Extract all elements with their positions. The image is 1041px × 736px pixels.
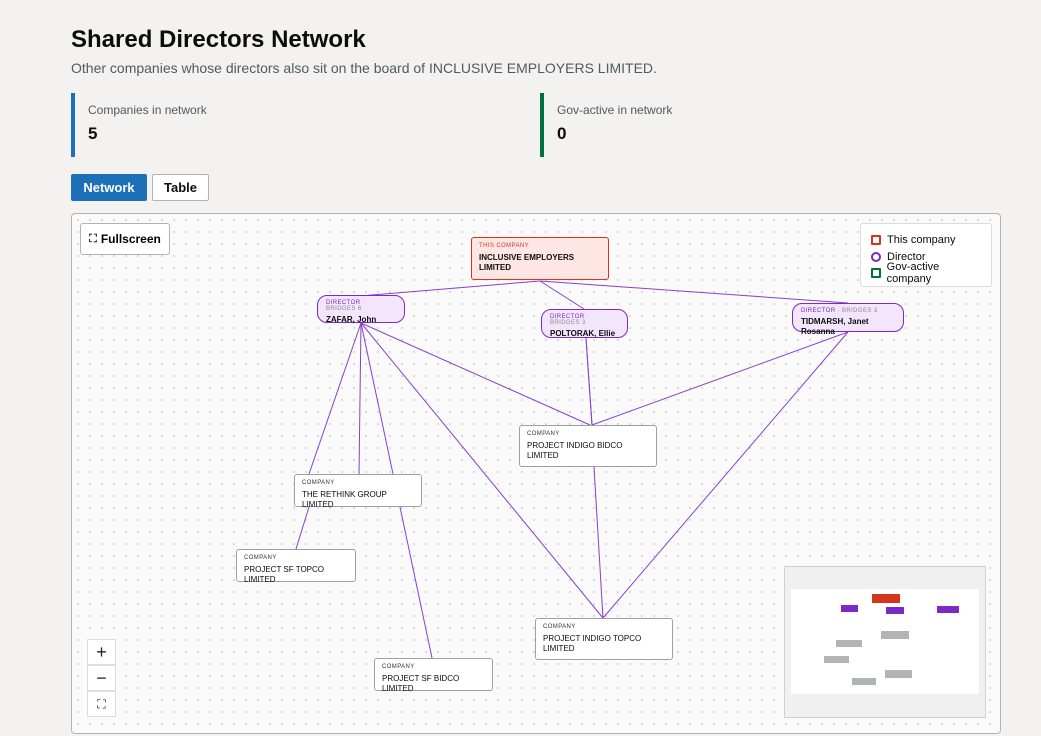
minimap-node-company <box>881 631 909 639</box>
legend-label: This company <box>887 234 956 247</box>
node-type-label: COMPANY <box>302 480 335 486</box>
legend: This company Director Gov-active company <box>860 223 992 287</box>
plus-icon: + <box>96 641 107 662</box>
zoom-in-button[interactable]: + <box>87 639 116 665</box>
network-edge <box>539 280 585 310</box>
network-edge <box>308 322 362 475</box>
node-type-label: COMPANY <box>244 555 277 561</box>
node-name: TIDMARSH, Janet Rosanna <box>801 317 869 336</box>
fullscreen-icon: ⛶ <box>89 232 97 245</box>
page-subtitle: Other companies whose directors also sit… <box>71 60 657 76</box>
node-type-label: DIRECTOR · BRIDGES 3 <box>550 314 619 326</box>
minimap-node-company <box>824 656 849 663</box>
minimap-node-this-company <box>872 594 900 603</box>
node-name: THE RETHINK GROUP LIMITED <box>302 490 387 509</box>
fit-view-icon: ⛶ <box>97 696 106 711</box>
node-company-the-rethink-group[interactable]: COMPANY THE RETHINK GROUP LIMITED <box>294 474 422 509</box>
node-type-label: DIRECTOR · BRIDGES 6 <box>326 300 396 312</box>
this-company-swatch-icon <box>871 235 881 246</box>
minimap-node-company <box>852 678 876 685</box>
legend-label: Gov-active company <box>886 261 940 286</box>
node-director-poltorak[interactable]: DIRECTOR · BRIDGES 3 POLTORAK, Ellie <box>541 309 628 338</box>
gov-active-swatch-icon <box>871 268 881 279</box>
network-edge <box>593 466 604 619</box>
node-name: PROJECT INDIGO TOPCO LIMITED <box>543 634 642 653</box>
zoom-out-button[interactable]: − <box>87 665 116 691</box>
director-type: DIRECTOR <box>801 308 836 314</box>
node-name: PROJECT INDIGO BIDCO LIMITED <box>527 441 623 460</box>
node-company-project-sf-topco[interactable]: COMPANY PROJECT SF TOPCO LIMITED <box>236 549 356 584</box>
node-type-label: THIS COMPANY <box>479 243 530 249</box>
stat-label: Companies in network <box>88 103 207 117</box>
minimap-node-company <box>885 670 912 678</box>
network-edge <box>295 506 310 550</box>
fullscreen-label: Fullscreen <box>100 232 161 246</box>
minimap-node-company <box>836 640 862 647</box>
node-type-label: COMPANY <box>382 664 415 670</box>
stat-value: 5 <box>88 124 98 143</box>
node-type-label: COMPANY <box>527 431 560 437</box>
stat-label: Gov-active in network <box>557 103 673 117</box>
page-title: Shared Directors Network <box>71 26 366 53</box>
tab-network[interactable]: Network <box>71 174 147 201</box>
node-this-company[interactable]: THIS COMPANY INCLUSIVE EMPLOYERS LIMITED <box>471 237 609 280</box>
bridges-count: · BRIDGES 3 <box>837 308 878 314</box>
node-company-project-indigo-bidco[interactable]: COMPANY PROJECT INDIGO BIDCO LIMITED <box>519 425 657 467</box>
legend-item-this-company: This company <box>871 232 981 249</box>
node-director-zafar[interactable]: DIRECTOR · BRIDGES 6 ZAFAR, John <box>317 295 405 324</box>
node-name: POLTORAK, Ellie <box>550 329 616 338</box>
node-company-project-sf-bidco[interactable]: COMPANY PROJECT SF BIDCO LIMITED <box>374 658 493 693</box>
network-edge <box>358 322 362 475</box>
minimap-node-director <box>937 606 959 613</box>
fit-view-button[interactable]: ⛶ <box>87 691 116 717</box>
fullscreen-button[interactable]: ⛶ Fullscreen <box>80 223 170 255</box>
minimap-node-director <box>841 605 858 612</box>
director-swatch-icon <box>871 251 881 262</box>
node-type-label: DIRECTOR · BRIDGES 3 <box>801 308 895 314</box>
network-edge <box>539 280 849 304</box>
minimap-node-director <box>886 607 904 614</box>
stat-companies-in-network: Companies in network 5 <box>71 93 511 157</box>
stat-gov-active-in-network: Gov-active in network 0 <box>540 93 980 157</box>
node-name: PROJECT SF TOPCO LIMITED <box>244 565 325 584</box>
network-edge <box>359 280 541 297</box>
minus-icon: − <box>96 667 107 688</box>
stat-value: 0 <box>557 124 567 143</box>
legend-item-gov-active: Gov-active company <box>871 261 981 285</box>
node-name: ZAFAR, John <box>326 315 377 324</box>
node-company-project-indigo-topco[interactable]: COMPANY PROJECT INDIGO TOPCO LIMITED <box>535 618 673 660</box>
network-edge <box>591 331 849 426</box>
network-canvas[interactable]: ⛶ Fullscreen This company Director Gov-a… <box>71 213 1001 734</box>
node-type-label: COMPANY <box>543 624 576 630</box>
node-name: PROJECT SF BIDCO LIMITED <box>382 674 460 693</box>
node-name: INCLUSIVE EMPLOYERS LIMITED <box>479 253 575 272</box>
tab-table[interactable]: Table <box>152 174 209 201</box>
node-director-tidmarsh[interactable]: DIRECTOR · BRIDGES 3 TIDMARSH, Janet Ros… <box>792 303 904 336</box>
minimap-viewport <box>791 589 979 694</box>
network-edge <box>360 322 604 619</box>
network-edge <box>585 337 593 426</box>
minimap[interactable] <box>784 566 986 718</box>
